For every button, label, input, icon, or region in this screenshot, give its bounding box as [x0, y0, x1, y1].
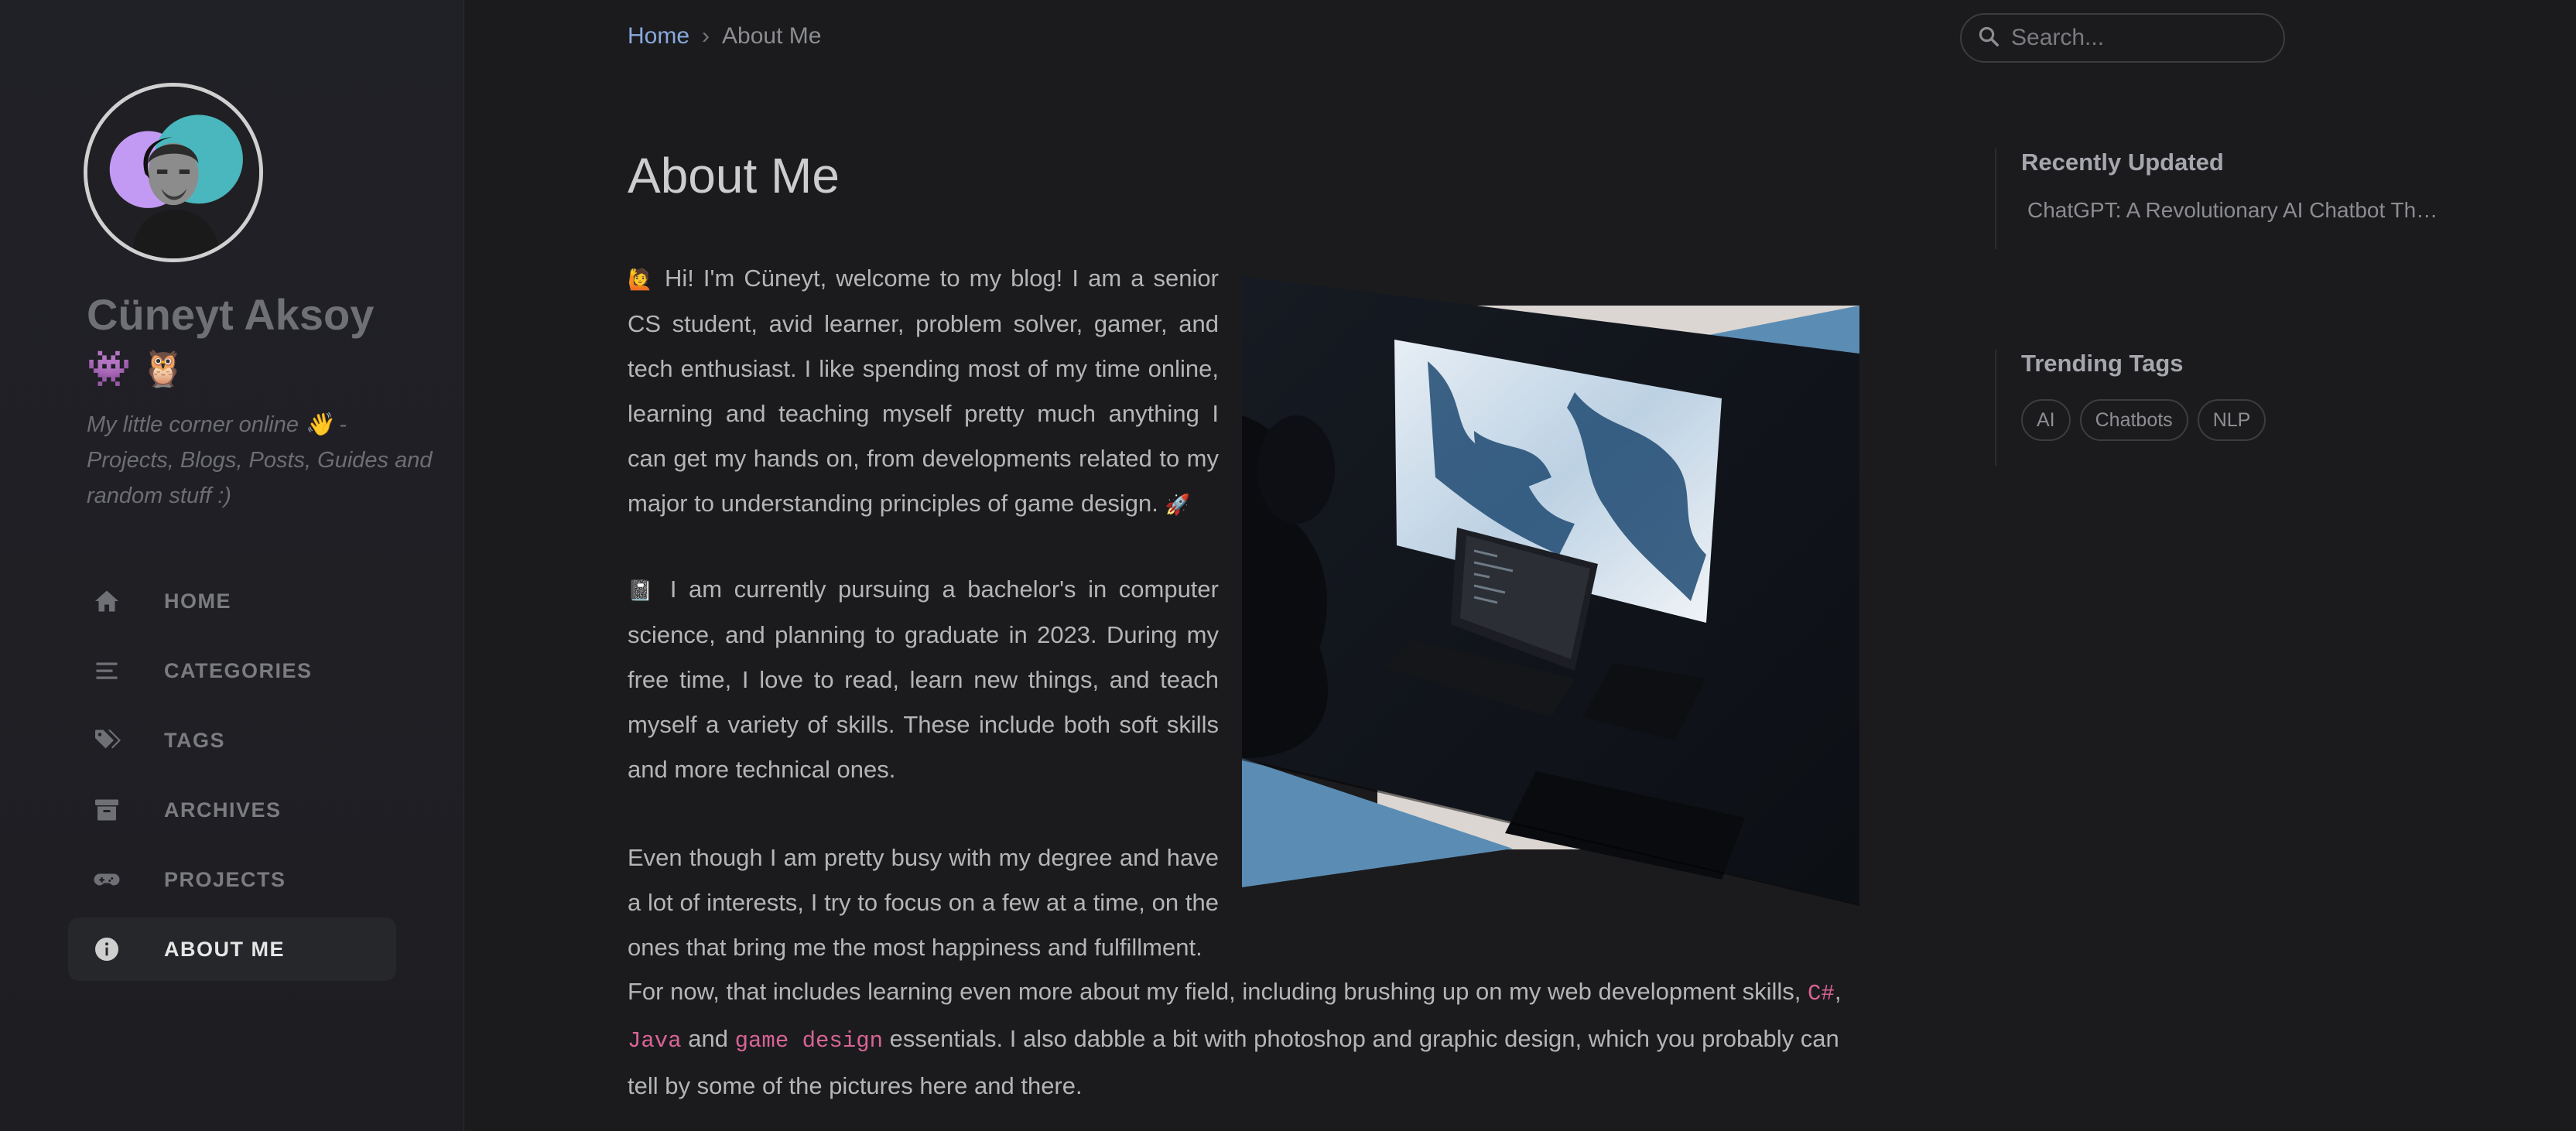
- tags-icon: [91, 725, 122, 756]
- list-icon: [91, 655, 122, 686]
- sidebar-item-label: ABOUT ME: [164, 937, 285, 961]
- avatar[interactable]: [84, 83, 263, 262]
- page-title: About Me: [628, 148, 840, 203]
- about-hero-image[interactable]: [1242, 276, 1859, 906]
- sidebar: Cüneyt Aksoy 👾 🦉 My little corner online…: [0, 0, 464, 1131]
- education-text: I am currently pursuing a bachelor's in …: [628, 576, 1219, 783]
- intro-paragraph: 🙋 Hi! I'm Cüneyt, welcome to my blog! I …: [628, 256, 1219, 527]
- recent-post-link[interactable]: ChatGPT: A Revolutionary AI Chatbot Th…: [2021, 198, 2437, 223]
- rocket-emoji: 🚀: [1165, 493, 1190, 516]
- site-title-emoji: 👾 🦉: [87, 348, 186, 388]
- tag-nlp[interactable]: NLP: [2197, 399, 2266, 441]
- sidebar-item-label: CATEGORIES: [164, 658, 313, 682]
- sidebar-item-projects[interactable]: PROJECTS: [68, 848, 396, 911]
- search-icon: [1977, 25, 2000, 52]
- sidebar-item-archives[interactable]: ARCHIVES: [68, 778, 396, 842]
- home-icon: [91, 586, 122, 617]
- trending-tags-panel: Trending Tags AI Chatbots NLP: [1995, 350, 2266, 466]
- sidebar-item-label: TAGS: [164, 728, 225, 752]
- raising-hand-emoji: 🙋: [628, 268, 655, 291]
- breadcrumb: Home › About Me: [628, 23, 821, 50]
- education-paragraph: 📓 I am currently pursuing a bachelor's i…: [628, 567, 1219, 792]
- skills-and: and: [688, 1025, 728, 1052]
- skills-text-a: For now, that includes learning even mor…: [628, 978, 1801, 1005]
- sidebar-item-categories[interactable]: CATEGORIES: [68, 639, 396, 702]
- tag-list: AI Chatbots NLP: [2021, 399, 2266, 441]
- info-icon: [91, 934, 122, 965]
- tag-ai[interactable]: AI: [2021, 399, 2071, 441]
- site-title[interactable]: Cüneyt Aksoy 👾 🦉: [87, 289, 427, 394]
- skills-paragraph: For now, that includes learning even mor…: [628, 969, 1860, 1109]
- sidebar-item-tags[interactable]: TAGS: [68, 709, 396, 772]
- skills-comma: ,: [1834, 978, 1842, 1005]
- archive-icon: [91, 794, 122, 825]
- breadcrumb-home-link[interactable]: Home: [628, 23, 689, 50]
- search-input[interactable]: [2011, 25, 2274, 51]
- tag-chatbots[interactable]: Chatbots: [2079, 399, 2188, 441]
- intro-text: Hi! I'm Cüneyt, welcome to my blog! I am…: [628, 265, 1219, 517]
- site-title-text: Cüneyt Aksoy: [87, 290, 375, 339]
- breadcrumb-separator: ›: [702, 23, 710, 49]
- sidebar-item-home[interactable]: HOME: [68, 569, 396, 633]
- interests-paragraph: Even though I am pretty busy with my deg…: [628, 844, 1219, 961]
- recently-updated-title: Recently Updated: [2021, 149, 2224, 176]
- code-game-design: game design: [734, 1028, 884, 1054]
- sidebar-item-about-me[interactable]: ABOUT ME: [68, 917, 396, 981]
- recently-updated-panel: Recently Updated ChatGPT: A Revolutionar…: [1995, 149, 2437, 249]
- sidebar-item-label: PROJECTS: [164, 867, 286, 891]
- sidebar-item-label: ARCHIVES: [164, 798, 282, 822]
- sidebar-nav: HOME CATEGORIES TAGS ARCHIVES PROJECTS A…: [68, 569, 396, 987]
- breadcrumb-current: About Me: [722, 23, 822, 49]
- site-subtitle: My little corner online 👋 - Projects, Bl…: [87, 412, 433, 508]
- notebook-emoji: 📓: [628, 579, 659, 602]
- code-java: Java: [628, 1028, 682, 1054]
- trending-tags-title: Trending Tags: [2021, 350, 2184, 377]
- gamepad-icon: [91, 864, 122, 895]
- search-box[interactable]: [1960, 13, 2285, 63]
- sidebar-item-label: HOME: [164, 589, 231, 613]
- code-csharp: C#: [1808, 981, 1835, 1006]
